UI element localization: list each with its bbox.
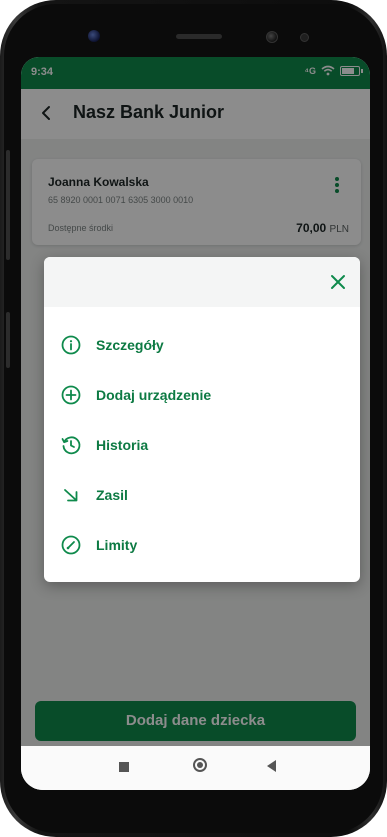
gauge-icon	[61, 535, 81, 555]
proximity-sensor	[266, 31, 278, 43]
system-back-icon[interactable]	[267, 760, 276, 772]
menu-item-limity[interactable]: Limity	[60, 528, 340, 562]
menu-item-label: Dodaj urządzenie	[96, 387, 212, 403]
menu-item-dodaj-urzadzenie[interactable]: Dodaj urządzenie	[60, 378, 340, 412]
history-icon	[61, 436, 81, 455]
recent-apps-icon[interactable]	[119, 762, 129, 772]
options-modal: Szczegóły Dodaj urządzenie Historia Zasi…	[44, 257, 360, 582]
light-sensor	[300, 33, 309, 42]
menu-item-label: Limity	[96, 537, 138, 553]
info-icon	[61, 335, 81, 355]
arrow-down-right-icon	[64, 489, 78, 502]
plus-circle-icon	[61, 385, 81, 405]
system-nav-bar	[21, 746, 370, 790]
earpiece-speaker	[176, 34, 222, 39]
screen: 9:34 ⁴G Nasz Bank Junior Joanna Kowalska…	[21, 57, 370, 790]
menu-item-label: Historia	[96, 437, 149, 453]
menu-item-label: Zasil	[96, 487, 128, 503]
menu-item-label: Szczegóły	[96, 337, 164, 353]
menu-item-historia[interactable]: Historia	[60, 428, 340, 462]
home-icon[interactable]	[193, 758, 207, 772]
close-icon[interactable]	[328, 272, 348, 292]
volume-button	[6, 150, 10, 260]
power-button	[6, 312, 10, 368]
modal-header	[44, 257, 360, 307]
front-camera	[88, 30, 100, 42]
menu-item-szczegoly[interactable]: Szczegóły	[60, 328, 340, 362]
menu-item-zasil[interactable]: Zasil	[60, 478, 340, 512]
